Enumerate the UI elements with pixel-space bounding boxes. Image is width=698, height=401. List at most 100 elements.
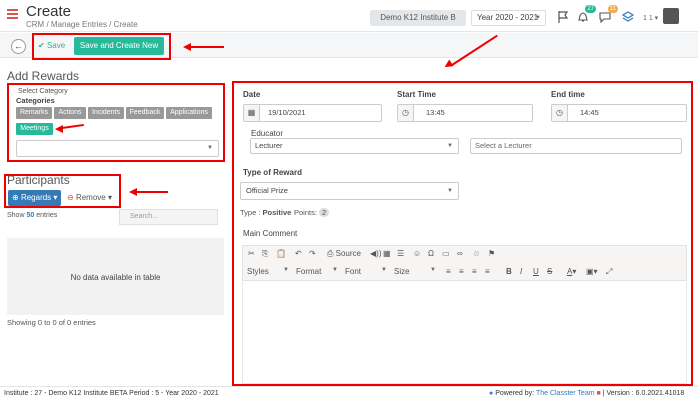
- align-center-icon[interactable]: ≡: [459, 267, 464, 276]
- entries-count-select[interactable]: 50: [26, 212, 34, 219]
- remove-button[interactable]: ⊖ Remove ▾: [64, 190, 116, 206]
- date-field[interactable]: ▦ 19/10/2021: [243, 104, 382, 122]
- redo-icon[interactable]: ↷: [309, 249, 316, 258]
- underline-icon[interactable]: U: [533, 267, 539, 276]
- undo-icon[interactable]: ↶: [295, 249, 302, 258]
- chevron-down-icon: ▼: [447, 143, 453, 149]
- breadcrumb-create: Create: [113, 20, 138, 29]
- category-select[interactable]: ▼: [16, 140, 219, 157]
- end-time-label: End time: [551, 90, 585, 99]
- minus-circle-icon: ⊖: [67, 193, 74, 202]
- cut-icon[interactable]: ✂: [248, 249, 255, 258]
- annotation-arrow-meetings: [61, 123, 84, 129]
- save-button[interactable]: ✔ Save: [38, 39, 65, 53]
- media-icon[interactable]: ◀)): [370, 249, 381, 258]
- unlink-icon[interactable]: ⊘: [473, 249, 480, 258]
- avatar[interactable]: [663, 8, 679, 24]
- text-color-icon[interactable]: A▾: [567, 267, 576, 276]
- breadcrumb: CRM / Manage Entries / Create: [26, 20, 138, 29]
- type-info: Type : Positive: [240, 208, 292, 217]
- year-selector[interactable]: Year 2020 - 2021 ▼: [471, 10, 546, 26]
- layers-icon[interactable]: [621, 10, 635, 24]
- chevron-down-icon: ▼: [381, 267, 387, 273]
- reward-type-label: Type of Reward: [243, 168, 302, 177]
- align-left-icon[interactable]: ≡: [446, 267, 451, 276]
- annotation-arrow-participants: [136, 191, 168, 193]
- user-menu-label[interactable]: 1 1 ▾: [643, 14, 658, 22]
- paste-icon[interactable]: 📋: [276, 249, 286, 258]
- table-info: Showing 0 to 0 of 0 entries: [7, 318, 96, 327]
- start-time-field[interactable]: ◷ 13:45: [397, 104, 533, 122]
- table-search-input[interactable]: Search...: [119, 209, 218, 225]
- classter-team-link[interactable]: The Classter Team: [536, 390, 595, 397]
- chevron-down-icon: ▼: [283, 267, 289, 273]
- category-remarks[interactable]: Remarks: [16, 107, 52, 119]
- omega-icon[interactable]: Ω: [428, 249, 434, 258]
- institute-selector[interactable]: Demo K12 Institute B: [370, 10, 466, 26]
- styles-dropdown[interactable]: Styles ▼: [247, 267, 291, 276]
- calendar-icon: ▦: [244, 105, 260, 121]
- back-button[interactable]: ←: [11, 39, 26, 54]
- categories-label: Categories: [16, 96, 55, 105]
- background-color-icon[interactable]: ▣▾: [586, 267, 598, 276]
- pagebreak-icon[interactable]: ▭: [442, 249, 450, 258]
- select-category-label: Select Category: [18, 88, 68, 95]
- source-button[interactable]: ⎙ Source: [327, 249, 361, 259]
- horizontal-line-icon[interactable]: ☰: [397, 249, 404, 258]
- link-icon[interactable]: ∞: [457, 249, 463, 258]
- align-right-icon[interactable]: ≡: [472, 267, 477, 276]
- educator-select[interactable]: Lecturer ▼: [250, 138, 459, 154]
- clock-icon: ◷: [398, 105, 414, 121]
- smiley-icon[interactable]: ☺: [413, 249, 421, 258]
- category-incidents[interactable]: Incidents: [88, 107, 124, 119]
- font-dropdown[interactable]: Font ▼: [345, 267, 389, 276]
- annotation-arrowhead-meetings: [55, 125, 63, 133]
- category-feedback[interactable]: Feedback: [126, 107, 164, 119]
- footer-institute-info: Institute : 27 - Demo K12 Institute BETA…: [4, 390, 219, 397]
- italic-icon[interactable]: I: [520, 267, 522, 276]
- chevron-down-icon: ▼: [430, 267, 436, 273]
- points-info: Points: 2: [294, 208, 330, 217]
- bell-icon[interactable]: 27: [576, 5, 596, 24]
- category-meetings[interactable]: Meetings: [16, 123, 53, 135]
- maximize-icon[interactable]: ⤢: [606, 267, 612, 277]
- size-dropdown[interactable]: Size ▼: [394, 267, 438, 276]
- type-value: Positive: [262, 208, 292, 217]
- strikethrough-icon[interactable]: S: [547, 267, 552, 276]
- page-title: Create: [26, 3, 72, 20]
- educator-label: Educator: [251, 129, 284, 138]
- end-time-field[interactable]: ◷ 14:45: [551, 104, 687, 122]
- footer-powered-by: ● Powered by: The Classter Team ■ | Vers…: [489, 390, 685, 397]
- reward-type-select[interactable]: Official Prize ▼: [240, 182, 459, 200]
- info-icon: ●: [489, 390, 494, 397]
- category-applications[interactable]: Applications: [166, 107, 212, 119]
- regards-button[interactable]: ⊕ Regards ▾: [8, 190, 61, 206]
- section-title-participants: Participants: [7, 173, 70, 187]
- category-actions[interactable]: Actions: [54, 107, 86, 119]
- editor-toolbar: ✂ ⎘ 📋 ↶ ↷ ⎙ Source ◀)) ▦ ☰ ☺ Ω ▭ ∞ ⊘ ⚑ S…: [242, 245, 687, 281]
- breadcrumb-manage-entries[interactable]: Manage Entries: [51, 20, 107, 29]
- save-and-create-new-button[interactable]: Save and Create New: [74, 37, 164, 55]
- chevron-down-icon: ▼: [207, 145, 213, 151]
- notification-count-badge: 27: [585, 5, 596, 13]
- points-badge: 2: [319, 208, 330, 217]
- chevron-down-icon: ▼: [447, 188, 453, 194]
- chevron-down-icon: ▼: [332, 267, 338, 273]
- start-time-label: Start Time: [397, 90, 436, 99]
- chat-icon[interactable]: 11: [598, 5, 618, 24]
- justify-icon[interactable]: ≡: [485, 267, 490, 276]
- breadcrumb-crm[interactable]: CRM: [26, 20, 44, 29]
- hamburger-menu-icon[interactable]: [7, 9, 18, 19]
- anchor-flag-icon[interactable]: ⚑: [488, 249, 495, 258]
- comment-editor-area[interactable]: [242, 282, 687, 384]
- copy-icon[interactable]: ⎘: [262, 249, 268, 259]
- source-icon: ⎙: [327, 249, 334, 258]
- bold-icon[interactable]: B: [506, 267, 512, 276]
- main-comment-label: Main Comment: [243, 229, 298, 238]
- lecturer-select[interactable]: Select a Lecturer: [470, 138, 682, 154]
- year-value: Year 2020 - 2021: [477, 13, 539, 22]
- show-entries: Show 50 entries: [7, 212, 58, 219]
- flag-icon[interactable]: [556, 10, 570, 24]
- table-icon[interactable]: ▦: [383, 249, 391, 258]
- format-dropdown[interactable]: Format ▼: [296, 267, 340, 276]
